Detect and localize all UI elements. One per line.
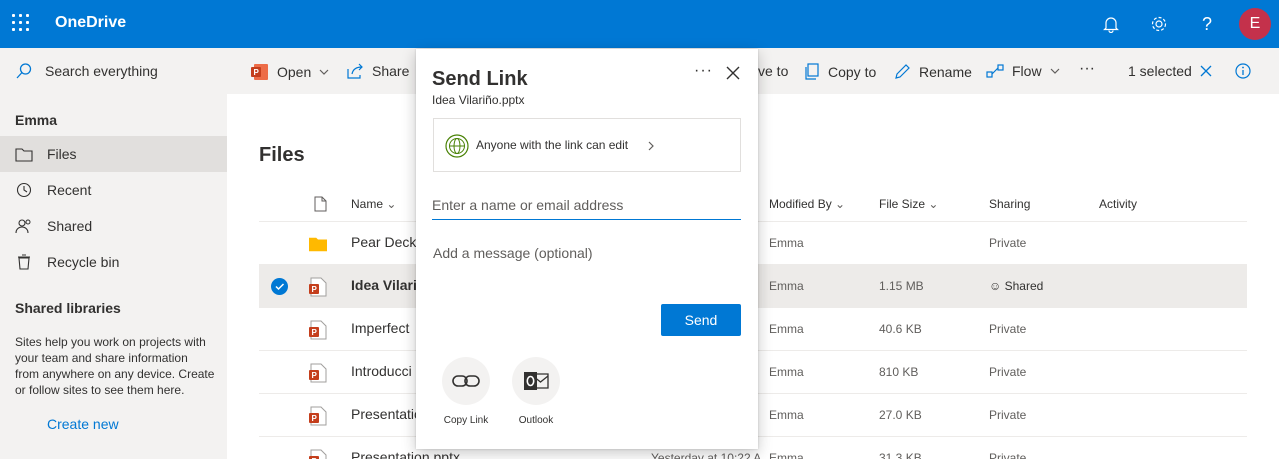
powerpoint-file-icon: P bbox=[309, 406, 327, 426]
column-header-modified-by[interactable]: Modified By ⌄ bbox=[769, 197, 845, 211]
dialog-title: Send Link bbox=[432, 68, 528, 90]
share-button[interactable]: Share bbox=[347, 63, 409, 79]
create-new-link[interactable]: Create new bbox=[47, 416, 119, 432]
copy-to-button[interactable]: Copy to bbox=[804, 63, 876, 80]
top-bar: OneDrive ? E bbox=[0, 0, 1279, 48]
svg-text:P: P bbox=[312, 414, 318, 423]
avatar[interactable]: E bbox=[1239, 8, 1271, 40]
shared-libraries-heading: Shared libraries bbox=[15, 300, 121, 316]
column-header-file-size[interactable]: File Size ⌄ bbox=[879, 197, 938, 211]
sidebar-item-recent[interactable]: Recent bbox=[0, 172, 227, 208]
more-options-button[interactable]: ··· bbox=[694, 62, 713, 80]
info-icon[interactable] bbox=[1235, 63, 1251, 79]
message-input[interactable]: Add a message (optional) bbox=[433, 245, 593, 261]
open-button[interactable]: P Open bbox=[251, 63, 329, 81]
outlook-icon bbox=[524, 372, 549, 390]
svg-text:P: P bbox=[312, 285, 318, 294]
sharing-status: ☺ Shared bbox=[989, 279, 1044, 293]
powerpoint-icon: P bbox=[251, 64, 268, 80]
copy-link-button[interactable]: Copy Link bbox=[436, 357, 496, 426]
svg-text:P: P bbox=[254, 68, 260, 77]
search-placeholder: Search everything bbox=[45, 63, 158, 79]
people-icon: ☺ bbox=[989, 279, 1002, 293]
more-commands-button[interactable]: ··· bbox=[1079, 60, 1095, 78]
chevron-down-icon bbox=[1050, 68, 1059, 74]
close-icon[interactable] bbox=[1200, 65, 1212, 77]
svg-text:P: P bbox=[312, 328, 318, 337]
app-launcher-icon[interactable] bbox=[12, 14, 32, 34]
file-type-icon[interactable] bbox=[314, 196, 327, 212]
sidebar-item-shared[interactable]: Shared bbox=[0, 208, 227, 244]
column-header-activity[interactable]: Activity bbox=[1099, 197, 1137, 211]
move-to-button[interactable]: ve to bbox=[758, 63, 788, 79]
trash-icon bbox=[18, 254, 30, 270]
powerpoint-file-icon: P bbox=[309, 363, 327, 383]
pencil-icon bbox=[895, 64, 910, 79]
column-header-name[interactable]: Name ⌄ bbox=[351, 197, 396, 211]
link-icon bbox=[452, 375, 480, 387]
flow-icon bbox=[986, 64, 1004, 78]
bell-icon[interactable] bbox=[1100, 13, 1122, 35]
outlook-button[interactable]: Outlook bbox=[506, 357, 566, 426]
link-permissions-button[interactable]: Anyone with the link can edit bbox=[433, 118, 741, 172]
svg-text:P: P bbox=[312, 371, 318, 380]
chevron-right-icon bbox=[648, 141, 654, 151]
rename-button[interactable]: Rename bbox=[894, 63, 972, 80]
chevron-down-icon bbox=[319, 69, 329, 75]
globe-icon bbox=[445, 134, 469, 158]
chevron-down-icon: ⌄ bbox=[386, 197, 397, 211]
selection-count[interactable]: 1 selected bbox=[1128, 63, 1212, 79]
gear-icon[interactable] bbox=[1148, 13, 1170, 35]
search-icon bbox=[16, 63, 32, 79]
send-button[interactable]: Send bbox=[661, 304, 741, 336]
close-icon[interactable] bbox=[725, 65, 741, 81]
sidebar-item-files[interactable]: Files bbox=[0, 136, 227, 172]
folder-icon bbox=[309, 237, 327, 252]
search-box[interactable]: Search everything bbox=[15, 62, 158, 80]
page-title: Files bbox=[259, 144, 305, 166]
shared-libraries-description: Sites help you work on projects with you… bbox=[15, 335, 215, 397]
recipient-input[interactable]: Enter a name or email address bbox=[432, 196, 741, 220]
people-icon bbox=[15, 219, 31, 234]
powerpoint-file-icon: P bbox=[309, 320, 327, 340]
clock-icon bbox=[16, 182, 32, 198]
sidebar-user-name: Emma bbox=[15, 112, 58, 128]
powerpoint-file-icon: P bbox=[309, 449, 327, 459]
folder-icon bbox=[15, 148, 33, 162]
copy-icon bbox=[805, 63, 819, 80]
help-icon[interactable]: ? bbox=[1196, 13, 1218, 35]
sidebar-item-recycle-bin[interactable]: Recycle bin bbox=[0, 244, 227, 280]
chevron-down-icon: ⌄ bbox=[928, 197, 939, 211]
share-icon bbox=[347, 63, 363, 79]
app-title[interactable]: OneDrive bbox=[55, 14, 126, 32]
row-checkbox[interactable] bbox=[271, 278, 288, 295]
dialog-file-name: Idea Vilariño.pptx bbox=[432, 93, 525, 107]
sidebar: Emma Files Recent Shared Recycle bin Sha… bbox=[0, 94, 227, 459]
flow-button[interactable]: Flow bbox=[986, 63, 1060, 79]
chevron-down-icon: ⌄ bbox=[835, 197, 846, 211]
powerpoint-file-icon: P bbox=[309, 277, 327, 297]
column-header-sharing[interactable]: Sharing bbox=[989, 197, 1030, 211]
send-link-dialog: Send Link Idea Vilariño.pptx ··· Anyone … bbox=[416, 49, 758, 449]
link-permission-text: Anyone with the link can edit bbox=[476, 138, 629, 152]
